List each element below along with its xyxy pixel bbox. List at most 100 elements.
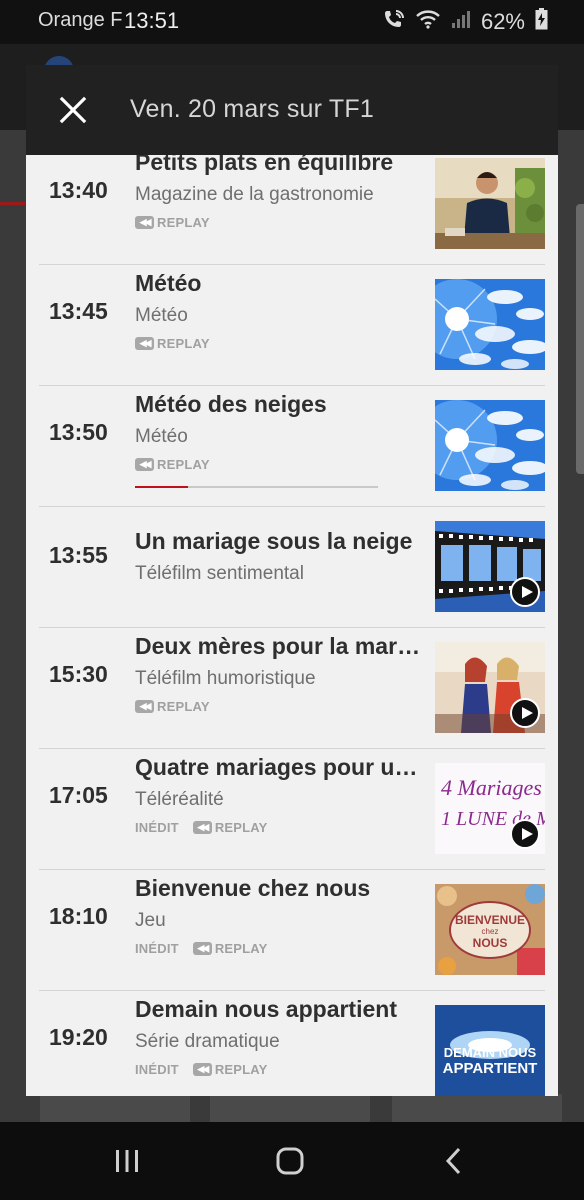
program-row[interactable]: 13:40 Petits plats en équilibre Magazine d… [39, 155, 545, 265]
close-icon [59, 96, 87, 124]
status-bar: Orange F 13:51 62% [0, 0, 584, 44]
back-button[interactable] [434, 1146, 474, 1176]
inedit-tag: INÉDIT [135, 1062, 179, 1077]
replay-icon: ◀◀ [192, 821, 212, 834]
program-row[interactable]: 17:05 Quatre mariages pour un… Téléréalité… [39, 748, 545, 870]
program-tags: ◀◀ REPLAY [135, 457, 210, 472]
dialog-header: Ven. 20 mars sur TF1 [26, 65, 558, 155]
battery-icon [535, 8, 548, 36]
program-tags: INÉDIT ◀◀ REPLAY [135, 1062, 268, 1077]
program-thumbnail[interactable]: BIENVENUE chez NOUS [435, 884, 545, 975]
program-thumbnail[interactable] [435, 642, 545, 733]
program-list[interactable]: 13:40 Petits plats en équilibre Magazine d… [26, 155, 558, 1096]
home-button[interactable] [270, 1146, 310, 1176]
navigation-bar [0, 1122, 584, 1200]
replay-tag[interactable]: ◀◀ REPLAY [192, 1062, 268, 1077]
program-thumbnail[interactable]: 4 Mariages 1 LUNE de MIEL [435, 763, 545, 854]
thumb-text: DEMAIN NOUS [444, 1045, 537, 1060]
program-time: 18:10 [49, 903, 108, 929]
program-row[interactable]: 18:10 Bienvenue chez nous Jeu INÉDIT ◀◀ REPLA… [39, 869, 545, 991]
dialog-title: Ven. 20 mars sur TF1 [130, 95, 374, 123]
program-row[interactable]: 13:45 Météo Météo ◀◀ REPLAY [39, 264, 545, 386]
recent-apps-button[interactable] [107, 1146, 147, 1176]
program-time: 17:05 [49, 782, 108, 808]
program-tags: ◀◀ REPLAY [135, 336, 210, 351]
program-tags: ◀◀ REPLAY [135, 699, 210, 714]
background-card [210, 1094, 370, 1124]
replay-label: REPLAY [157, 457, 210, 472]
program-progress-fill [135, 486, 188, 488]
program-row[interactable]: 13:55 Un mariage sous la neige Téléfilm se… [39, 506, 545, 628]
signal-icon [451, 9, 471, 35]
program-title: Météo [135, 270, 202, 296]
replay-label: REPLAY [214, 941, 268, 956]
replay-icon: ◀◀ [135, 700, 154, 713]
replay-icon: ◀◀ [135, 458, 154, 471]
replay-label: REPLAY [157, 336, 210, 351]
program-genre: Série dramatique [135, 1031, 280, 1052]
clock: 13:51 [124, 8, 180, 33]
program-time: 13:40 [49, 177, 108, 203]
program-genre: Jeu [135, 910, 166, 931]
background-card [40, 1094, 190, 1124]
program-title: Météo des neiges [135, 391, 327, 417]
program-title: Petits plats en équilibre [135, 155, 394, 175]
background-indicator [0, 202, 26, 205]
program-time: 13:55 [49, 542, 108, 568]
program-genre: Téléréalité [135, 789, 224, 810]
program-title: Deux mères pour la mari… [135, 633, 425, 659]
back-icon [445, 1147, 461, 1175]
replay-tag[interactable]: ◀◀ REPLAY [135, 215, 210, 230]
program-thumbnail[interactable] [435, 400, 545, 491]
status-icons: 62% [383, 8, 548, 36]
program-time: 13:45 [49, 298, 108, 324]
replay-icon: ◀◀ [192, 1063, 212, 1076]
recent-apps-icon [116, 1150, 138, 1172]
play-icon[interactable] [510, 698, 540, 728]
replay-tag[interactable]: ◀◀ REPLAY [135, 699, 210, 714]
replay-label: REPLAY [157, 699, 210, 714]
thumb-text: chez [482, 927, 499, 936]
program-title: Bienvenue chez nous [135, 875, 371, 901]
program-genre: Météo [135, 305, 188, 326]
program-thumbnail[interactable] [435, 158, 545, 249]
program-row[interactable]: 19:20 Demain nous appartient Série dramati… [39, 990, 545, 1096]
program-title: Quatre mariages pour un… [135, 754, 425, 780]
replay-tag[interactable]: ◀◀ REPLAY [192, 941, 268, 956]
program-title: Demain nous appartient [135, 996, 397, 1022]
replay-label: REPLAY [214, 820, 268, 835]
replay-tag[interactable]: ◀◀ REPLAY [192, 820, 268, 835]
wifi-icon [415, 9, 441, 35]
replay-tag[interactable]: ◀◀ REPLAY [135, 336, 210, 351]
program-genre: Téléfilm humoristique [135, 668, 316, 689]
program-time: 13:50 [49, 419, 108, 445]
battery-percent: 62% [480, 9, 525, 34]
program-genre: Magazine de la gastronomie [135, 184, 374, 205]
replay-icon: ◀◀ [135, 337, 154, 350]
replay-label: REPLAY [214, 1062, 268, 1077]
inedit-tag: INÉDIT [135, 941, 179, 956]
program-genre: Téléfilm sentimental [135, 563, 304, 584]
program-thumbnail[interactable] [435, 279, 545, 370]
program-title: Un mariage sous la neige [135, 528, 413, 554]
schedule-dialog: Ven. 20 mars sur TF1 13:40 Petits plats e… [26, 65, 558, 1096]
program-thumbnail[interactable] [435, 521, 545, 612]
replay-label: REPLAY [157, 215, 210, 230]
wifi-call-icon [383, 9, 405, 35]
program-thumbnail[interactable]: DEMAIN NOUS APPARTIENT [435, 1005, 545, 1096]
program-tags: ◀◀ REPLAY [135, 215, 210, 230]
program-tags: INÉDIT ◀◀ REPLAY [135, 941, 268, 956]
thumb-text: 4 Mariages [441, 775, 542, 800]
home-icon [276, 1147, 304, 1175]
background-scroll-handle [576, 204, 584, 474]
thumb-text: BIENVENUE [455, 913, 525, 927]
program-time: 19:20 [49, 1024, 108, 1050]
play-icon[interactable] [510, 819, 540, 849]
close-button[interactable] [54, 91, 92, 129]
program-row[interactable]: 13:50 Météo des neiges Météo ◀◀ REPLAY [39, 385, 545, 507]
program-row[interactable]: 15:30 Deux mères pour la mari… Téléfilm hu… [39, 627, 545, 749]
replay-icon: ◀◀ [135, 216, 154, 229]
replay-tag[interactable]: ◀◀ REPLAY [135, 457, 210, 472]
play-icon[interactable] [510, 577, 540, 607]
program-progress-bar [135, 486, 378, 488]
